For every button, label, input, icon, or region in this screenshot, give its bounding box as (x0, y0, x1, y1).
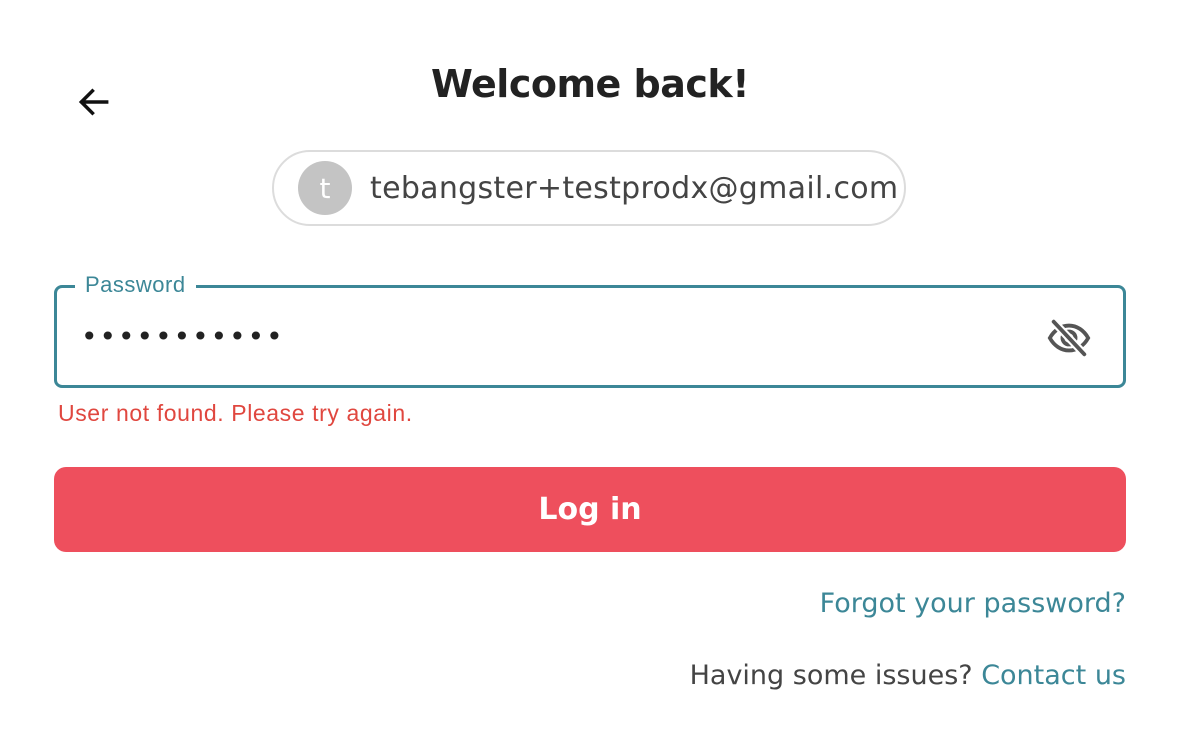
account-email: tebangster+testprodx@gmail.com (370, 170, 899, 206)
help-row: Having some issues? Contact us (690, 660, 1126, 691)
password-label: Password (75, 272, 196, 298)
account-chip[interactable]: t tebangster+testprodx@gmail.com (272, 150, 906, 226)
login-button[interactable]: Log in (54, 467, 1126, 552)
password-field[interactable]: Password (54, 272, 1126, 388)
password-visibility-toggle[interactable] (1045, 314, 1093, 362)
page-title: Welcome back! (430, 62, 750, 106)
eye-off-icon (1047, 317, 1091, 359)
contact-us-link[interactable]: Contact us (981, 660, 1126, 691)
help-text: Having some issues? (689, 660, 973, 691)
avatar: t (298, 161, 352, 215)
password-error-message: User not found. Please try again. (58, 400, 413, 426)
password-input[interactable] (81, 310, 981, 362)
login-screen: Welcome back! t tebangster+testprodx@gma… (0, 0, 1180, 754)
forgot-password-link[interactable]: Forgot your password? (820, 588, 1126, 619)
